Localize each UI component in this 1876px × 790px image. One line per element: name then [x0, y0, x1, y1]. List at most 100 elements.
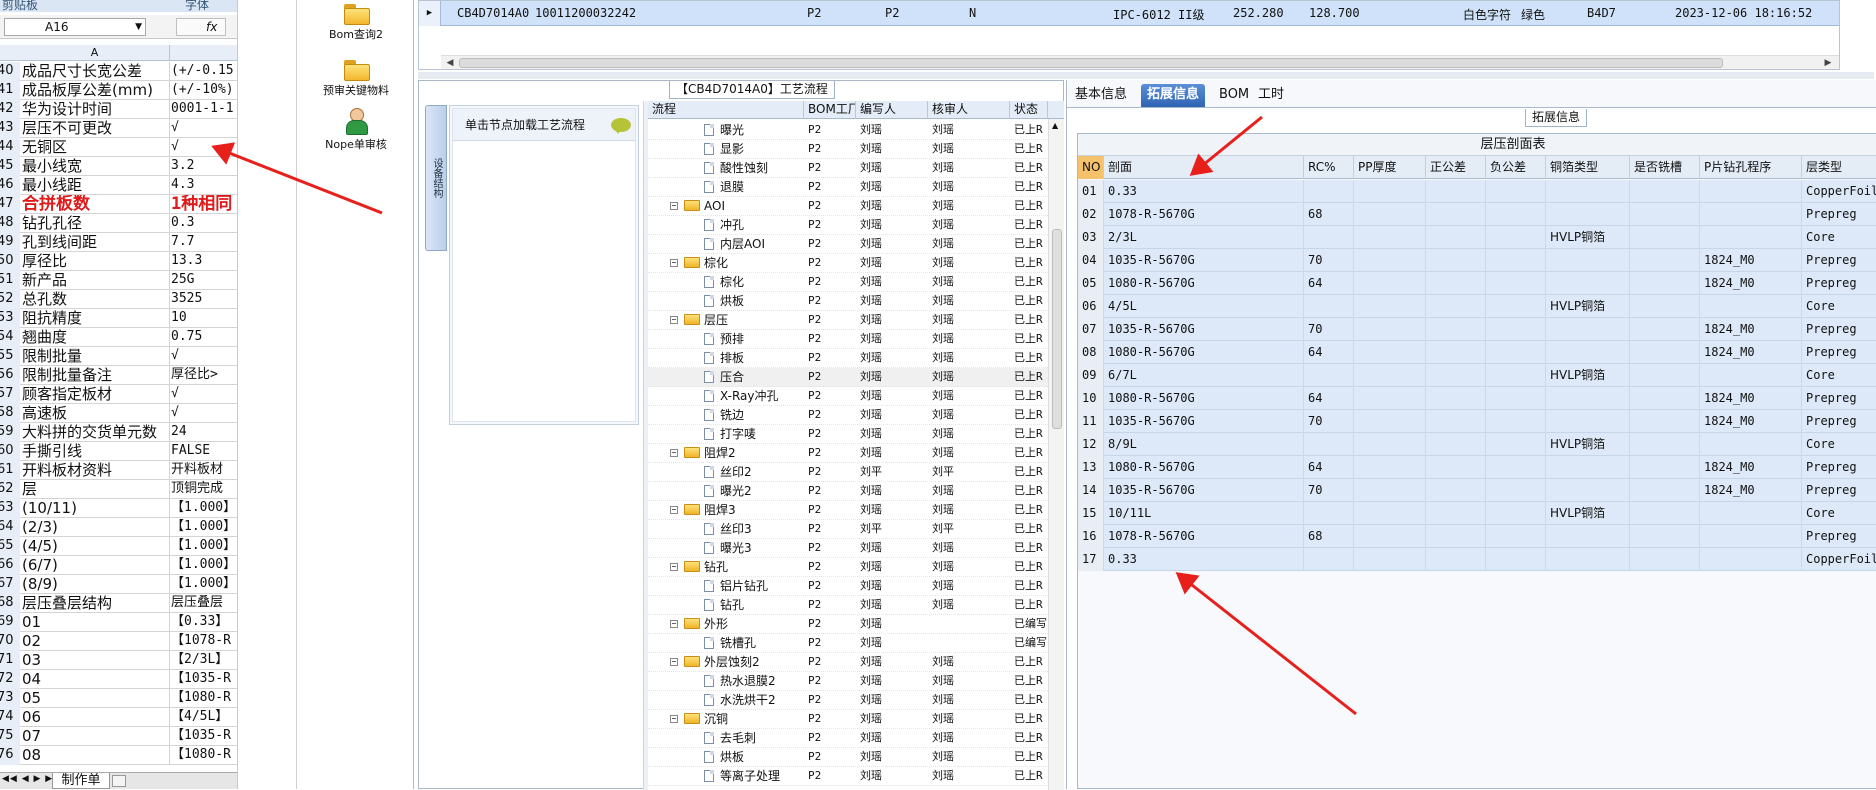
tree-node[interactable]: X-Ray冲孔	[704, 387, 804, 405]
tree-row[interactable]: 去毛刺 P2 刘瑶 刘瑶 已上R	[648, 729, 1048, 748]
cell-b[interactable]: 【1035-R	[171, 670, 237, 688]
tree-row[interactable]: 显影 P2 刘瑶 刘瑶 已上R	[648, 140, 1048, 159]
excel-row[interactable]: 40成品尺寸长宽公差(+/-0.15	[0, 62, 237, 81]
cell-a[interactable]: 无铜区	[22, 138, 170, 157]
row-number[interactable]: 61	[0, 461, 20, 480]
excel-row[interactable]: 43层压不可更改√	[0, 119, 237, 138]
excel-row[interactable]: 53阻抗精度10	[0, 309, 237, 328]
tree-node[interactable]: 热水退膜2	[704, 672, 804, 690]
scrollbar-thumb[interactable]	[459, 58, 1723, 68]
excel-row[interactable]: 63(10/11)【1.000】	[0, 499, 237, 518]
row-number[interactable]: 68	[0, 594, 20, 613]
stack-col-header[interactable]: 负公差	[1486, 156, 1546, 179]
tree-node[interactable]: 等离子处理	[704, 767, 804, 785]
cell-b[interactable]: 开料板材	[171, 461, 237, 479]
cell-b[interactable]: (+/-10%)	[171, 81, 237, 99]
tree-node[interactable]: 烘板	[704, 748, 804, 766]
excel-row[interactable]: 7406【4/5L】	[0, 708, 237, 727]
stack-row[interactable]: 01 0.33 CopperFoil	[1078, 180, 1876, 203]
stack-row[interactable]: 13 1080-R-5670G 64 1824_M0 Prepreg	[1078, 456, 1876, 479]
row-number[interactable]: 63	[0, 499, 20, 518]
cell-b[interactable]: 10	[171, 309, 237, 327]
row-number[interactable]: 53	[0, 309, 20, 328]
cell-b[interactable]: 【1.000】	[171, 556, 237, 574]
row-number[interactable]: 75	[0, 727, 20, 746]
row-number[interactable]: 69	[0, 613, 20, 632]
tree-row[interactable]: 棕化 P2 刘瑶 刘瑶 已上R	[648, 273, 1048, 292]
tree-row[interactable]: − AOI P2 刘瑶 刘瑶 已上R	[648, 197, 1048, 216]
launcher-item-bom-query[interactable]: Bom查询2	[297, 2, 415, 42]
excel-row[interactable]: 7002【1078-R	[0, 632, 237, 651]
row-number[interactable]: 56	[0, 366, 20, 385]
row-number[interactable]: 45	[0, 157, 20, 176]
cell-a[interactable]: 层压不可更改	[22, 119, 170, 138]
row-number[interactable]: 41	[0, 81, 20, 100]
excel-row[interactable]: 7305【1080-R	[0, 689, 237, 708]
row-number[interactable]: 49	[0, 233, 20, 252]
cell-a[interactable]: (6/7)	[22, 556, 170, 575]
tree-row[interactable]: 排板 P2 刘瑶 刘瑶 已上R	[648, 349, 1048, 368]
cell-a[interactable]: 07	[22, 727, 170, 746]
cell-a[interactable]: 04	[22, 670, 170, 689]
cell-b[interactable]: 【1035-R	[171, 727, 237, 745]
cell-b[interactable]: 顶铜完成	[171, 480, 237, 498]
cell-b[interactable]: √	[171, 119, 237, 137]
collapse-icon[interactable]: −	[670, 259, 678, 267]
cell-b[interactable]: FALSE	[171, 442, 237, 460]
excel-row[interactable]: 52总孔数3525	[0, 290, 237, 309]
tree-node[interactable]: 铣边	[704, 406, 804, 424]
row-number[interactable]: 74	[0, 708, 20, 727]
tree-row[interactable]: 铣边 P2 刘瑶 刘瑶 已上R	[648, 406, 1048, 425]
vertical-tab-equipment[interactable]: 设备结构	[425, 105, 447, 251]
tree-node[interactable]: 棕化	[684, 254, 804, 272]
row-number[interactable]: 40	[0, 62, 20, 81]
cell-b[interactable]: 【1080-R	[171, 746, 237, 764]
tree-node[interactable]: 阻焊3	[684, 501, 804, 519]
order-row-selected[interactable]: ▶ CB4D7014A0 10011200032242 P2 P2 N IPC-…	[419, 1, 1839, 26]
cell-b[interactable]: 13.3	[171, 252, 237, 270]
cell-a[interactable]: 开料板材资料	[22, 461, 170, 480]
tree-node[interactable]: 阻焊2	[684, 444, 804, 462]
tree-node[interactable]: 沉铜	[684, 710, 804, 728]
tree-node[interactable]: 铣槽孔	[704, 634, 804, 652]
excel-row[interactable]: 45最小线宽3.2	[0, 157, 237, 176]
tree-node[interactable]: 棕化	[704, 273, 804, 291]
stack-row[interactable]: 14 1035-R-5670G 70 1824_M0 Prepreg	[1078, 479, 1876, 502]
cell-a[interactable]: 合拼板数	[22, 195, 170, 214]
stack-row[interactable]: 10 1080-R-5670G 64 1824_M0 Prepreg	[1078, 387, 1876, 410]
cell-a[interactable]: 02	[22, 632, 170, 651]
cell-b[interactable]: 1种相同	[171, 195, 237, 213]
collapse-icon[interactable]: −	[670, 658, 678, 666]
tree-node[interactable]: 冲孔	[704, 216, 804, 234]
tree-node[interactable]: 烘板	[704, 292, 804, 310]
tree-row[interactable]: 水洗烘干2 P2 刘瑶 刘瑶 已上R	[648, 691, 1048, 710]
cell-a[interactable]: 03	[22, 651, 170, 670]
cell-a[interactable]: 05	[22, 689, 170, 708]
stack-row[interactable]: 06 4/5L HVLP铜箔 Core	[1078, 295, 1876, 318]
horizontal-scrollbar[interactable]: ◀ ▶	[441, 55, 1839, 69]
row-number[interactable]: 73	[0, 689, 20, 708]
stack-row[interactable]: 12 8/9L HVLP铜箔 Core	[1078, 433, 1876, 456]
cell-a[interactable]: (2/3)	[22, 518, 170, 537]
cell-b[interactable]: 0.75	[171, 328, 237, 346]
collapse-icon[interactable]: −	[670, 620, 678, 628]
excel-row[interactable]: 7103【2/3L】	[0, 651, 237, 670]
excel-row[interactable]: 48钻孔孔径0.3	[0, 214, 237, 233]
sheet-tab-active[interactable]: 制作单	[52, 773, 110, 789]
tree-node[interactable]: 水洗烘干2	[704, 691, 804, 709]
cell-b[interactable]: 【4/5L】	[171, 708, 237, 726]
tree-row[interactable]: 压合 P2 刘瑶 刘瑶 已上R	[648, 368, 1048, 387]
launcher-item-nope-review[interactable]: Nope单审核	[297, 108, 415, 152]
tree-row[interactable]: 预排 P2 刘瑶 刘瑶 已上R	[648, 330, 1048, 349]
cell-b[interactable]: 0001-1-1	[171, 100, 237, 118]
font-group-label[interactable]: 字体	[185, 0, 209, 12]
cell-a[interactable]: 厚径比	[22, 252, 170, 271]
cell-a[interactable]: 最小线距	[22, 176, 170, 195]
vertical-scrollbar[interactable]: ▲	[1048, 119, 1064, 790]
tree-node[interactable]: 铝片钻孔	[704, 577, 804, 595]
stack-row[interactable]: 08 1080-R-5670G 64 1824_M0 Prepreg	[1078, 341, 1876, 364]
cell-a[interactable]: 限制批量备注	[22, 366, 170, 385]
row-number[interactable]: 52	[0, 290, 20, 309]
cell-b[interactable]: √	[171, 138, 237, 156]
excel-row[interactable]: 62层顶铜完成	[0, 480, 237, 499]
